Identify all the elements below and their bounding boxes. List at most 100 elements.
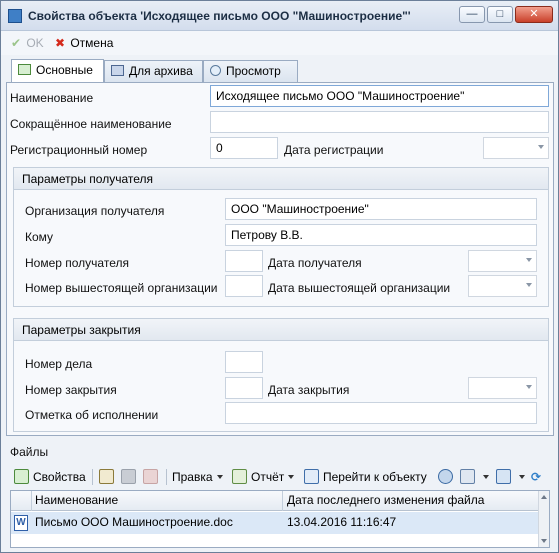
files-label: Файлы [10, 445, 49, 459]
scroll-up-icon[interactable] [541, 495, 547, 499]
list-settings-button[interactable] [460, 469, 489, 485]
ok-label: OK [26, 36, 44, 50]
delete-button[interactable] [143, 469, 162, 485]
chevron-down-icon [526, 258, 532, 262]
cancel-label: Отмена [70, 36, 114, 50]
save-icon [121, 469, 136, 484]
table-row[interactable]: W Письмо ООО Машиностроение.doc 13.04.20… [11, 512, 539, 534]
refresh-icon: ⟳ [531, 470, 542, 484]
magnifier-icon [210, 65, 221, 76]
tab-main-label: Основные [36, 63, 93, 77]
document-arrow-icon [18, 64, 31, 75]
reg-date-picker[interactable] [483, 137, 549, 159]
properties-icon [14, 469, 29, 484]
recipient-org-label: Организация получателя [25, 204, 165, 218]
superior-date-label: Дата вышестоящей организации [268, 281, 451, 295]
app-icon [8, 9, 22, 23]
save-button[interactable] [121, 469, 140, 485]
goto-arrow-icon [304, 469, 319, 484]
files-toolbar: Свойства Правка Отчёт Перейти к объекту [6, 464, 554, 490]
file-modified-cell: 13.04.2016 11:16:47 [287, 515, 397, 529]
properties-window: Свойства объекта 'Исходящее письмо ООО "… [0, 0, 559, 553]
recipient-number-input[interactable] [225, 250, 263, 272]
chevron-down-icon [538, 145, 544, 149]
chevron-down-icon [483, 475, 489, 479]
superior-number-label: Номер вышестоящей организации [25, 281, 218, 295]
word-document-icon: W [14, 515, 28, 531]
tab-archive[interactable]: Для архива [104, 60, 203, 82]
files-table: Наименование Дата последнего изменения ф… [10, 490, 550, 548]
column-name-header[interactable]: Наименование [35, 493, 118, 507]
case-number-label: Номер дела [25, 357, 93, 371]
cancel-x-icon: ✖ [54, 36, 66, 50]
case-number-input[interactable] [225, 351, 263, 373]
cancel-button[interactable]: ✖ Отмена [53, 35, 113, 51]
dialog-toolbar: ✔ OK ✖ Отмена [1, 31, 558, 55]
report-icon [232, 469, 247, 484]
report-menu-label: Отчёт [251, 470, 285, 484]
chevron-down-icon [526, 283, 532, 287]
name-label: Наименование [10, 91, 94, 105]
chevron-down-icon [519, 475, 525, 479]
goto-object-label: Перейти к объекту [323, 470, 427, 484]
recipient-to-label: Кому [25, 230, 54, 244]
ok-button[interactable]: ✔ OK [9, 35, 44, 51]
reg-number-label: Регистрационный номер [10, 143, 148, 157]
closing-group-header: Параметры закрытия [14, 319, 548, 341]
view-icon [496, 469, 511, 484]
files-table-header: Наименование Дата последнего изменения ф… [11, 491, 539, 511]
edit-menu-label: Правка [172, 470, 213, 484]
recipient-date-picker[interactable] [468, 250, 537, 272]
tab-preview-label: Просмотр [226, 64, 281, 78]
refresh-button[interactable]: ⟳ [531, 469, 541, 485]
tab-archive-label: Для архива [129, 64, 193, 78]
chevron-down-icon [526, 385, 532, 389]
vertical-scrollbar[interactable] [538, 491, 549, 547]
report-menu-button[interactable]: Отчёт [232, 469, 295, 485]
recipient-date-label: Дата получателя [268, 256, 362, 270]
properties-label: Свойства [33, 470, 86, 484]
list-settings-icon [460, 469, 475, 484]
column-divider[interactable] [282, 491, 283, 511]
column-divider[interactable] [31, 491, 32, 511]
file-name-cell: Письмо ООО Машиностроение.doc [35, 515, 233, 529]
window-title: Свойства объекта 'Исходящее письмо ООО "… [28, 9, 411, 23]
minimize-button[interactable]: — [459, 6, 485, 23]
chevron-down-icon [216, 475, 223, 479]
toolbar-separator [166, 469, 167, 485]
recipient-group-header: Параметры получателя [14, 168, 548, 190]
maximize-button[interactable]: □ [487, 6, 513, 23]
delete-icon [143, 469, 158, 484]
tab-main[interactable]: Основные [11, 59, 104, 82]
column-modified-header[interactable]: Дата последнего изменения файла [287, 493, 484, 507]
execution-mark-input[interactable] [225, 402, 537, 424]
user-button[interactable] [438, 469, 457, 485]
closing-date-picker[interactable] [468, 377, 537, 399]
recipient-to-input[interactable]: Петрову В.В. [225, 224, 537, 246]
tab-preview[interactable]: Просмотр [203, 60, 298, 82]
title-bar[interactable]: Свойства объекта 'Исходящее письмо ООО "… [1, 1, 558, 31]
reg-number-input[interactable]: 0 [210, 137, 278, 159]
reg-date-label: Дата регистрации [284, 143, 384, 157]
closing-number-input[interactable] [225, 377, 263, 399]
pencil-icon [99, 469, 114, 484]
scroll-down-icon[interactable] [541, 539, 547, 543]
closing-date-label: Дата закрытия [268, 383, 350, 397]
chevron-down-icon [288, 475, 295, 479]
user-icon [438, 469, 453, 484]
short-name-label: Сокращённое наименование [10, 117, 172, 131]
edit-file-button[interactable] [99, 469, 118, 485]
short-name-input[interactable] [210, 111, 549, 133]
close-button[interactable]: ✕ [515, 6, 553, 23]
view-options-button[interactable] [496, 469, 525, 485]
edit-menu-button[interactable]: Правка [172, 469, 223, 485]
name-input[interactable]: Исходящее письмо ООО "Машиностроение" [210, 85, 549, 107]
superior-number-input[interactable] [225, 275, 263, 297]
recipient-org-input[interactable]: ООО "Машиностроение" [225, 198, 537, 220]
toolbar-separator [92, 469, 93, 485]
archive-icon [111, 65, 124, 76]
goto-object-button[interactable]: Перейти к объекту [304, 469, 427, 485]
recipient-number-label: Номер получателя [25, 256, 129, 270]
properties-button[interactable]: Свойства [14, 469, 86, 485]
superior-date-picker[interactable] [468, 275, 537, 297]
